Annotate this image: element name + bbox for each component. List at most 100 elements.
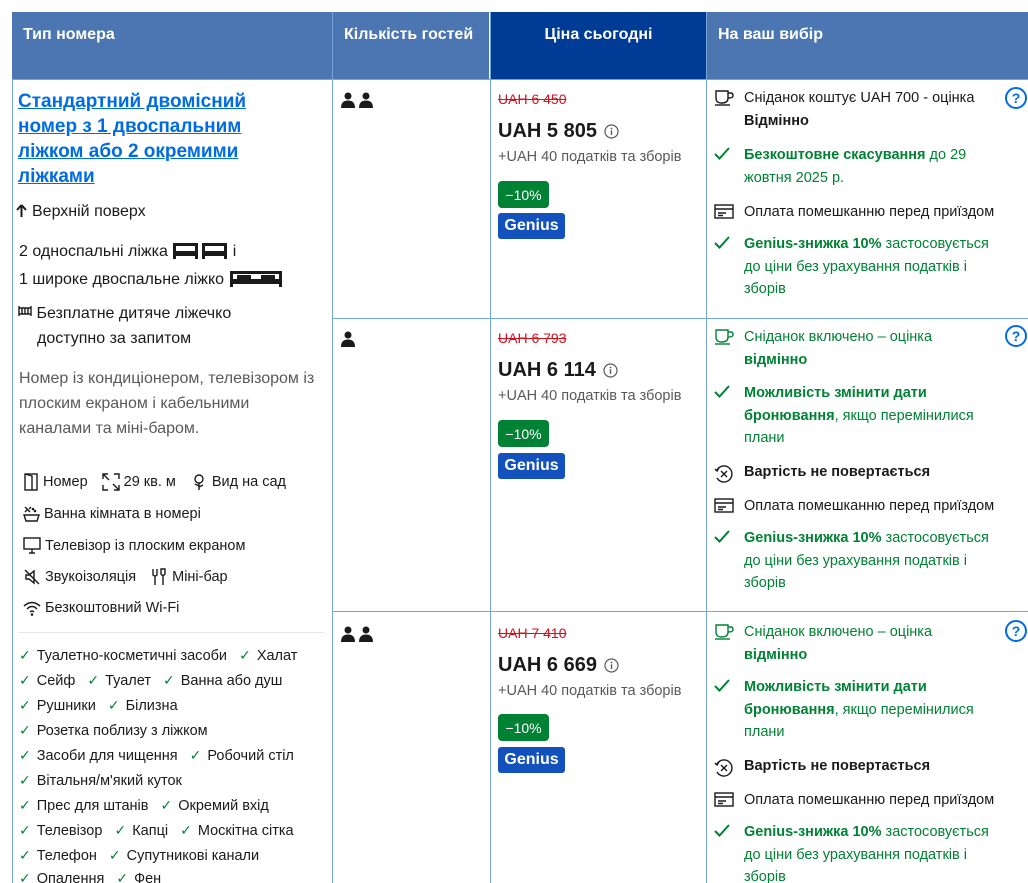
breakfast-option: Сніданок включено – оцінка відмінно bbox=[714, 621, 1000, 666]
tax-text: +UAH 40 податків та зборів bbox=[498, 149, 682, 165]
door-icon bbox=[23, 473, 39, 491]
current-price: UAH 6 114 bbox=[498, 359, 618, 382]
person-icon bbox=[341, 331, 355, 347]
payment-text: Оплата помешканню перед приїздом bbox=[744, 204, 995, 220]
info-icon[interactable] bbox=[604, 124, 619, 139]
discount-badge: −10% bbox=[498, 181, 549, 208]
amenity-item: Халат bbox=[256, 648, 298, 664]
breakfast-option: Сніданок включено – оцінка відмінно bbox=[714, 326, 1000, 371]
amenity-row: ✓ Розетка поблизу з ліжком bbox=[19, 722, 216, 739]
check-icon: ✓ bbox=[160, 797, 173, 813]
room-floor: Верхній поверх bbox=[16, 199, 146, 226]
grid-line bbox=[706, 12, 707, 883]
tax-text: +UAH 40 податків та зборів bbox=[498, 388, 682, 404]
grid-line bbox=[333, 318, 1028, 319]
amenity-item: Білизна bbox=[125, 698, 178, 714]
amenity-item: Супутникові канали bbox=[126, 848, 260, 864]
guest-count-2 bbox=[340, 626, 374, 642]
amenity-item: Рушники bbox=[36, 698, 96, 714]
facility-minibar: Міні-бар bbox=[172, 569, 228, 585]
check-icon: ✓ bbox=[114, 822, 127, 838]
amenity-row: ✓ Прес для штанів ✓ Окремий вхід bbox=[19, 797, 277, 814]
person-icon bbox=[341, 92, 355, 108]
facility-row: Ванна кімната в номері bbox=[23, 505, 201, 523]
current-price: UAH 5 805 bbox=[498, 120, 619, 143]
coffee-cup-icon bbox=[714, 326, 744, 371]
tax-text: +UAH 40 податків та зборів bbox=[498, 683, 682, 699]
minibar-icon bbox=[150, 568, 168, 586]
discount-badge: −10% bbox=[498, 420, 549, 447]
check-icon: ✓ bbox=[108, 847, 121, 863]
facility-row: Номер 29 кв. м Вид на сад bbox=[23, 473, 286, 491]
amenity-item: Вітальня/м'який куток bbox=[36, 773, 182, 789]
genius-badge: Genius bbox=[498, 453, 565, 479]
check-icon: ✓ bbox=[163, 672, 175, 688]
no-refund-icon bbox=[714, 461, 744, 484]
tv-icon bbox=[23, 537, 41, 554]
check-icon: ✓ bbox=[180, 822, 192, 838]
amenity-item: Розетка поблизу з ліжком bbox=[36, 723, 208, 739]
non-refundable-option: Вартість не повертається bbox=[714, 755, 1000, 778]
grid-line bbox=[490, 12, 491, 883]
person-icon bbox=[359, 626, 373, 642]
beds-and: і bbox=[232, 243, 237, 260]
check-icon: ✓ bbox=[87, 672, 100, 688]
amenity-row: ✓ Засоби для чищення ✓ Робочий стіл bbox=[19, 747, 302, 764]
room-size-icon bbox=[101, 473, 120, 491]
cancel-bold: Безкоштовне скасування bbox=[744, 147, 926, 163]
grid-line bbox=[12, 79, 1028, 80]
facility-wifi: Безкоштовний Wi-Fi bbox=[45, 600, 180, 616]
nonrefund-text: Вартість не повертається bbox=[744, 758, 931, 774]
check-icon: ✓ bbox=[189, 747, 202, 763]
amenity-row: ✓ Рушники ✓ Білизна bbox=[19, 697, 186, 714]
amenity-item: Окремий вхід bbox=[178, 798, 269, 814]
facility-bathroom: Ванна кімната в номері bbox=[44, 506, 201, 522]
floor-label: Верхній поверх bbox=[32, 203, 146, 220]
amenity-item: Телевізор bbox=[36, 823, 103, 839]
amenity-item: Капці bbox=[132, 823, 169, 839]
info-icon[interactable] bbox=[604, 658, 619, 673]
facility-tv: Телевізор із плоским екраном bbox=[45, 537, 246, 554]
nonrefund-text: Вартість не повертається bbox=[744, 464, 931, 480]
change-dates-option: Можливість змінити дати бронювання, якщо… bbox=[714, 676, 1000, 744]
payment-card-icon bbox=[714, 201, 744, 224]
info-icon[interactable] bbox=[603, 363, 618, 378]
payment-card-icon bbox=[714, 495, 744, 518]
help-button[interactable]: ? bbox=[1005, 87, 1027, 109]
genius-discount-option: Genius-знижка 10% застосовується до ціни… bbox=[714, 233, 1000, 301]
facility-row: Телевізор із плоским екраном bbox=[23, 537, 245, 554]
price-value: UAH 6 114 bbox=[498, 359, 596, 381]
check-icon: ✓ bbox=[19, 870, 31, 883]
amenity-row: ✓ Опалення ✓ Фен bbox=[19, 870, 169, 883]
room-crib: Безплатне дитяче ліжечко доступно за зап… bbox=[18, 300, 231, 351]
breakfast-text: Сніданок включено – оцінка bbox=[744, 624, 933, 640]
help-button[interactable]: ? bbox=[1005, 325, 1027, 347]
check-icon: ✓ bbox=[239, 647, 251, 663]
payment-text: Оплата помешканню перед приїздом bbox=[744, 792, 995, 808]
amenity-row: ✓ Сейф ✓ Туалет ✓ Ванна або душ bbox=[19, 672, 290, 689]
breakfast-rating: Відмінно bbox=[744, 112, 809, 129]
garden-view-icon bbox=[190, 473, 208, 491]
crib-icon bbox=[18, 300, 32, 325]
wifi-icon bbox=[23, 601, 41, 616]
breakfast-option: Сніданок коштує UAH 700 - оцінка Відмінно bbox=[714, 87, 1000, 132]
person-icon bbox=[341, 626, 355, 642]
amenity-item: Прес для штанів bbox=[36, 798, 149, 814]
guest-count-2 bbox=[340, 92, 374, 108]
amenity-row: ✓ Телевізор ✓ Капці ✓ Москітна сітка bbox=[19, 822, 302, 839]
genius-bold: Genius-знижка 10% bbox=[744, 530, 882, 546]
grid-line bbox=[12, 79, 13, 883]
payment-text: Оплата помешканню перед приїздом bbox=[744, 498, 995, 514]
check-icon bbox=[714, 144, 744, 189]
breakfast-text: Сніданок коштує UAH 700 - оцінка bbox=[744, 90, 975, 106]
breakfast-rating: відмінно bbox=[744, 646, 808, 663]
old-price: UAH 7 410 bbox=[498, 625, 567, 641]
discount-badge: −10% bbox=[498, 714, 549, 741]
breakfast-rating: відмінно bbox=[744, 351, 808, 368]
check-icon: ✓ bbox=[19, 772, 31, 788]
check-icon bbox=[714, 527, 744, 595]
amenity-row: ✓ Телефон ✓ Супутникові канали bbox=[19, 847, 267, 864]
help-button[interactable]: ? bbox=[1005, 620, 1027, 642]
room-title-link[interactable]: Стандартний двомісний номер з 1 двоспаль… bbox=[18, 89, 308, 189]
double-bed-icon bbox=[229, 270, 283, 295]
